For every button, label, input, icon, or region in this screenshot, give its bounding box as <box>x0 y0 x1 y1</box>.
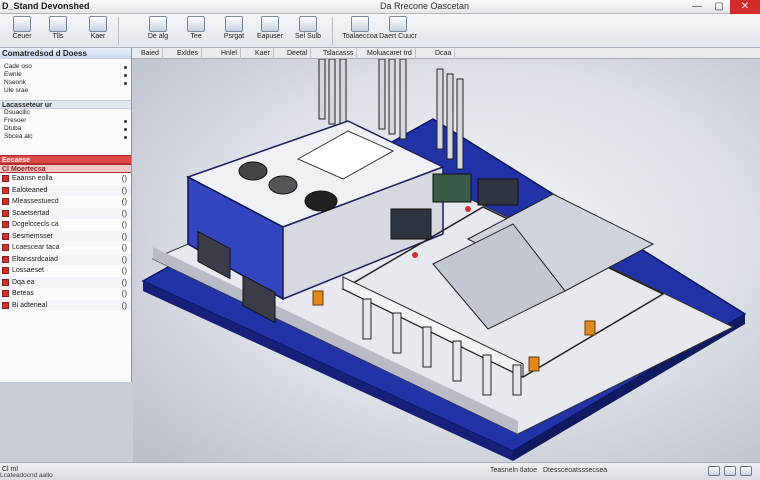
list-item[interactable]: Dqa ea() <box>0 276 131 288</box>
view-icon[interactable] <box>708 466 720 476</box>
ribbon-button-drawing[interactable]: Daert Cuucr <box>378 15 418 46</box>
close-button[interactable]: ✕ <box>730 0 760 14</box>
section-header-active[interactable]: Eecaese <box>0 155 131 164</box>
status-icons <box>708 466 752 476</box>
bullet-icon <box>124 74 127 77</box>
flag-icon <box>2 232 9 240</box>
bullet-icon <box>124 82 127 85</box>
tab-moluacaret[interactable]: Moluacaret trd <box>364 48 416 59</box>
status-mid: Lcateadocnd aallo <box>0 472 53 479</box>
list-item[interactable]: Beteas() <box>0 288 131 300</box>
section-header[interactable]: Lacasseteur ur <box>0 100 131 109</box>
flag-icon <box>2 290 9 297</box>
list-item[interactable]: Lossaeset() <box>0 265 131 277</box>
flag-icon <box>2 267 9 274</box>
bullet-icon <box>124 128 127 131</box>
3d-viewport[interactable] <box>133 59 760 462</box>
panel-title: Comatredsod d Doess <box>0 48 132 59</box>
tree-item[interactable]: Fresoer <box>0 117 131 125</box>
tree-item[interactable]: Cade oso <box>0 63 131 71</box>
ribbon-separator <box>332 17 333 45</box>
connector-icon <box>412 252 418 258</box>
bullet-icon <box>124 120 127 123</box>
tab-base[interactable]: Baied <box>138 48 163 59</box>
list-item[interactable]: Dcgelccecls ca() <box>0 219 131 231</box>
sketch-icon <box>225 16 243 32</box>
tab-deetal[interactable]: Deetal <box>284 48 312 59</box>
tab-hnlel[interactable]: Hnlel <box>218 48 241 59</box>
ribbon-toolbar: Ceuer Tlls Kaer De alg Tee Psrgat Eapuse… <box>0 14 760 48</box>
grid-icon[interactable] <box>724 466 736 476</box>
flag-icon <box>2 278 9 286</box>
tab-dcaa[interactable]: Dcaa <box>432 48 456 59</box>
ribbon-separator <box>118 17 119 45</box>
component-block <box>432 173 472 203</box>
list-item[interactable]: Ealoteaned() <box>0 184 131 196</box>
document-title: Da Rrecone Oascetan <box>380 1 470 11</box>
component-block <box>390 208 432 240</box>
component-block <box>477 178 519 206</box>
bullet-icon <box>124 136 127 139</box>
list-item[interactable]: Mleassestuecd() <box>0 196 131 208</box>
tab-kaer[interactable]: Kaer <box>252 48 274 59</box>
window-controls: — ▢ ✕ <box>686 0 760 14</box>
tree-item[interactable]: Dtuba <box>0 125 131 133</box>
connector-icon <box>465 206 471 212</box>
fan-icon <box>238 161 268 181</box>
flag-icon <box>2 186 9 194</box>
list-item[interactable]: Sesmemsser() <box>0 230 131 242</box>
drawing-icon <box>389 16 407 32</box>
ribbon-button-layer[interactable]: Kaer <box>78 15 118 46</box>
list-item[interactable]: Eltanssrdcaiad() <box>0 253 131 265</box>
flag-icon <box>2 209 9 217</box>
flag-icon <box>2 175 9 182</box>
minimize-button[interactable]: — <box>686 0 708 14</box>
list-item[interactable]: Bi adteneal() <box>0 299 131 311</box>
tab-exldes[interactable]: Exldes <box>174 48 203 59</box>
status-bar: Cl ml Lcateadocnd aallo Teasneln tlatoe … <box>0 462 760 480</box>
list-header[interactable]: Cl Moertecsa <box>0 164 131 173</box>
new-file-icon <box>13 16 31 32</box>
flag-icon <box>2 255 9 263</box>
title-bar: D_Stand Devonshed Da Rrecone Oascetan — … <box>0 0 760 14</box>
layer-icon <box>89 16 107 32</box>
assembly-icon <box>187 16 205 32</box>
command-tab-bar: Comatredsod d Doess Baied Exldes Hnlel K… <box>0 48 760 59</box>
flag-icon <box>2 244 9 251</box>
maximize-button[interactable]: ▢ <box>708 0 730 14</box>
tree-item[interactable]: Sbcea alc <box>0 133 131 141</box>
bullet-icon <box>124 66 127 69</box>
surface-icon <box>299 16 317 32</box>
tab-tslacasss[interactable]: Tslacasss <box>320 48 358 59</box>
tree-item[interactable]: Ewnle <box>0 71 131 79</box>
tree-item[interactable]: Ule srae <box>0 87 131 95</box>
status-right: Teasneln tlatoe Dtessceoatsssecsea <box>490 467 608 474</box>
tree-item[interactable]: Nseonk <box>0 79 131 87</box>
fan-icon <box>304 190 338 212</box>
ribbon-button-part[interactable]: De alg <box>138 15 178 46</box>
snap-icon[interactable] <box>740 466 752 476</box>
ribbon-button-render[interactable]: Toalaeccoa <box>340 15 380 46</box>
ribbon-button-assembly[interactable]: Tee <box>176 15 216 46</box>
ribbon-button-tools[interactable]: Tlls <box>38 15 78 46</box>
app-title: D_Stand Devonshed <box>2 1 90 11</box>
ribbon-button-surface[interactable]: Sel Sulb <box>288 15 328 46</box>
ribbon-button-feature[interactable]: Eapuser <box>250 15 290 46</box>
part-icon <box>149 16 167 32</box>
tools-icon <box>49 16 67 32</box>
fan-icon <box>268 175 298 195</box>
list-item[interactable]: Scaetsertad() <box>0 207 131 219</box>
flag-icon <box>2 221 9 228</box>
render-icon <box>351 16 369 32</box>
feature-tree-panel: Cade oso Ewnle Nseonk Ule srae Lacassete… <box>0 59 132 382</box>
ribbon-button-new[interactable]: Ceuer <box>2 15 42 46</box>
flag-icon <box>2 198 9 205</box>
list-item[interactable]: Lcaescear taca() <box>0 242 131 254</box>
feature-icon <box>261 16 279 32</box>
flag-icon <box>2 301 9 309</box>
cad-model[interactable] <box>133 59 760 462</box>
tree-item[interactable]: Dsuaclllc <box>0 109 131 117</box>
ribbon-button-sketch[interactable]: Psrgat <box>214 15 254 46</box>
list-item[interactable]: Eaansn eolla() <box>0 173 131 185</box>
